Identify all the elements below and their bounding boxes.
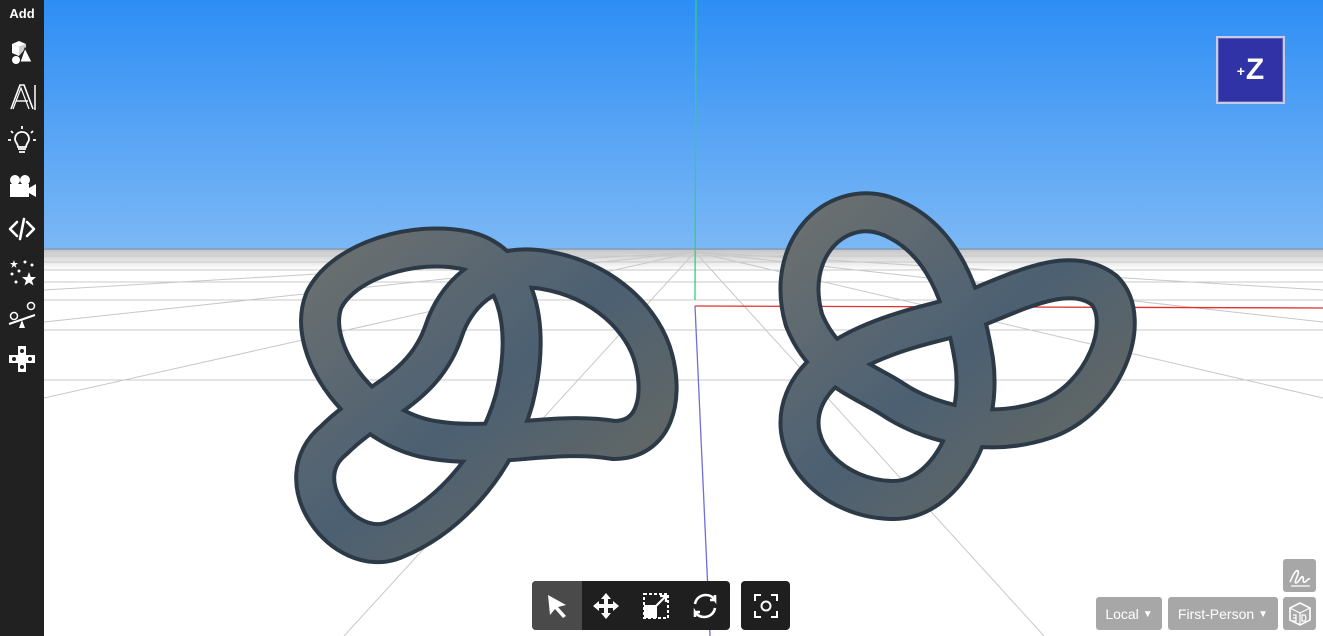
view-mode-3d-button[interactable] xyxy=(1283,597,1316,630)
transform-space-select[interactable]: Local ▼ xyxy=(1096,597,1162,630)
seesaw-icon xyxy=(8,301,36,328)
3d-scene[interactable] xyxy=(44,0,1323,636)
3d-viewport[interactable]: + Z Local ▼ First-Person ▼ xyxy=(44,0,1323,636)
rotate-tool-button[interactable] xyxy=(681,581,731,630)
scale-icon xyxy=(642,592,669,619)
focus-button[interactable] xyxy=(741,581,790,630)
rotate-icon xyxy=(693,593,717,618)
view-cube-label: Z xyxy=(1245,53,1265,86)
cube-3d-icon xyxy=(1288,601,1311,626)
horizon-haze xyxy=(44,248,1323,270)
move-tool-button[interactable] xyxy=(582,581,632,630)
lightbulb-icon xyxy=(8,126,36,153)
add-light-button[interactable] xyxy=(6,124,38,156)
add-text-button[interactable] xyxy=(6,81,38,113)
camera-mode-select[interactable]: First-Person ▼ xyxy=(1168,597,1278,630)
add-physics-button[interactable] xyxy=(6,300,38,332)
move-arrows-icon xyxy=(593,592,620,619)
text-icon xyxy=(10,84,36,110)
transform-toolbar xyxy=(532,581,730,630)
view-cube-button[interactable]: + Z xyxy=(1216,36,1285,104)
video-camera-icon xyxy=(10,175,36,197)
sky xyxy=(44,0,1323,250)
add-particles-button[interactable] xyxy=(6,256,38,288)
dpad-icon xyxy=(9,346,35,372)
camera-mode-value: First-Person xyxy=(1177,605,1255,622)
draw-toggle-button[interactable] xyxy=(1283,559,1316,592)
chevron-down-icon: ▼ xyxy=(1142,608,1153,620)
add-camera-button[interactable] xyxy=(6,170,38,202)
select-tool-button[interactable] xyxy=(532,581,582,630)
view-cube-sign: + xyxy=(1236,63,1245,79)
code-icon xyxy=(8,217,36,241)
add-script-button[interactable] xyxy=(6,213,38,245)
cursor-arrow-icon xyxy=(547,594,566,618)
add-shapes-button[interactable] xyxy=(6,35,38,67)
chevron-down-icon: ▼ xyxy=(1258,608,1269,620)
add-sidebar: Add xyxy=(0,0,44,636)
sparkles-icon xyxy=(10,260,36,286)
add-controls-button[interactable] xyxy=(6,343,38,375)
scale-tool-button[interactable] xyxy=(631,581,681,630)
transform-space-value: Local xyxy=(1105,605,1139,622)
focus-target-icon xyxy=(753,593,778,618)
signature-icon xyxy=(1288,569,1310,587)
sidebar-title: Add xyxy=(9,6,35,21)
primitives-icon xyxy=(12,41,33,64)
